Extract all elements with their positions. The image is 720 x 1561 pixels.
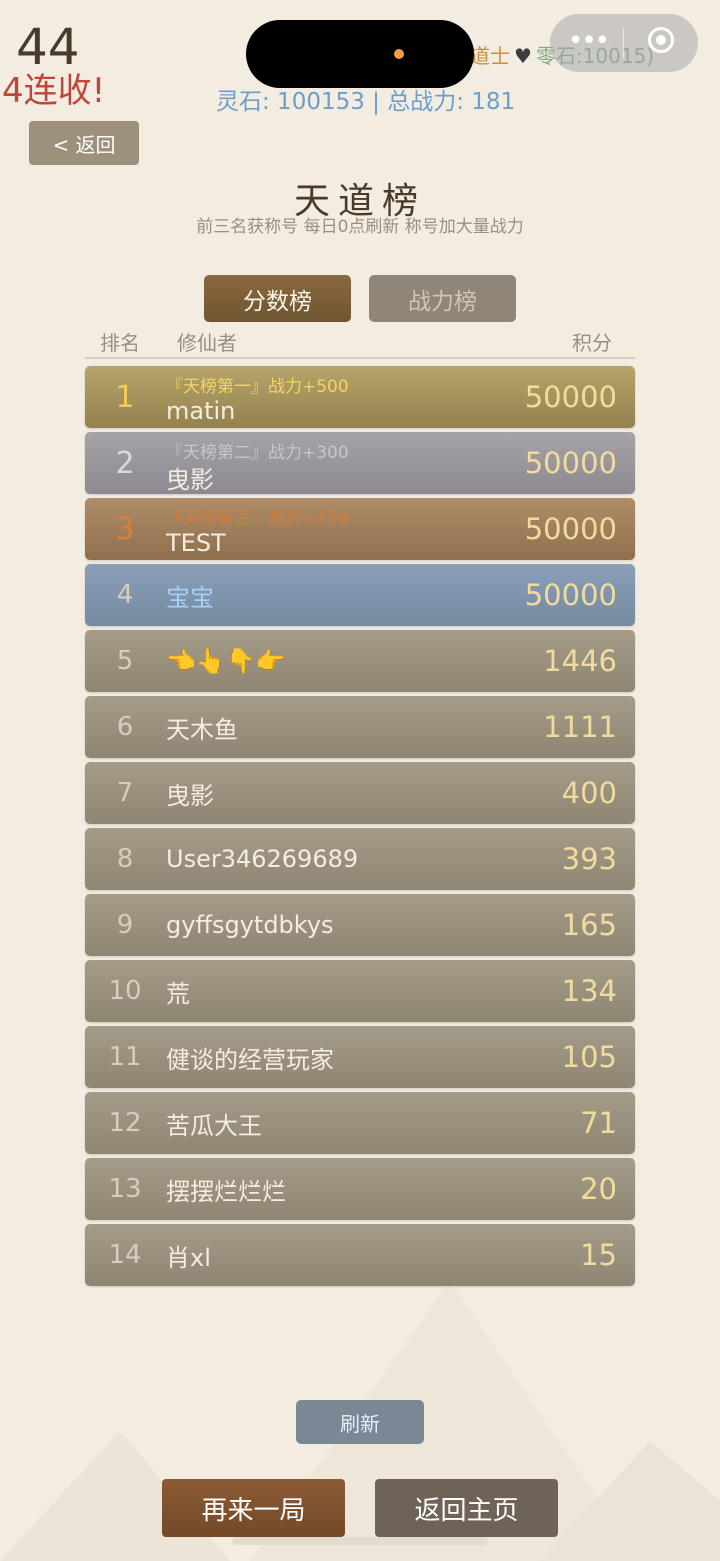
player-points: 1111 <box>543 710 617 744</box>
player-name: gyffsgytdbkys <box>166 911 334 939</box>
page-subtitle: 前三名获称号 每日0点刷新 称号加大量战力 <box>196 217 524 237</box>
column-player: 修仙者 <box>177 331 237 355</box>
player-name: 肖xl <box>166 1243 211 1272</box>
player-points: 71 <box>580 1106 617 1140</box>
player-points: 50000 <box>524 578 617 612</box>
rank-number: 4 <box>116 580 134 610</box>
player-name: 健谈的经营玩家 <box>166 1045 334 1074</box>
leaderboard-row-current-player[interactable]: 4 宝宝 50000 <box>85 564 635 626</box>
rank-number: 8 <box>116 844 134 874</box>
player-name: 曳影 <box>166 781 214 810</box>
rank-number: 1 <box>115 379 135 415</box>
rank-number: 2 <box>115 445 135 481</box>
player-name: TEST <box>166 529 226 557</box>
camera-indicator <box>394 49 404 59</box>
leaderboard-row[interactable]: 6 天木鱼 1111 <box>85 696 635 758</box>
rank-number: 10 <box>108 976 142 1006</box>
heart-icon: ♥ <box>514 44 532 68</box>
player-name: 宝宝 <box>166 583 214 612</box>
player-name: 👈👆👇👉 <box>166 647 286 675</box>
player-name: User346269689 <box>166 845 359 873</box>
rank-number: 3 <box>115 511 135 547</box>
header-divider <box>85 357 635 359</box>
player-points: 50000 <box>524 512 617 546</box>
leaderboard-row[interactable]: 3 『天榜第三』战力+150 TEST 50000 <box>85 498 635 560</box>
player-points: 400 <box>561 776 617 810</box>
home-indicator[interactable] <box>232 1537 488 1545</box>
leaderboard-row[interactable]: 12 苦瓜大王 71 <box>85 1092 635 1154</box>
close-target-icon[interactable] <box>648 27 674 53</box>
leaderboard-row[interactable]: 11 健谈的经营玩家 105 <box>85 1026 635 1088</box>
leaderboard-list: 1 『天榜第一』战力+500 matin 50000 2 『天榜第二』战力+30… <box>85 366 635 1290</box>
player-points: 1446 <box>543 644 617 678</box>
more-dots-icon[interactable]: ••• <box>568 28 610 54</box>
leaderboard-row[interactable]: 14 肖xl 15 <box>85 1224 635 1286</box>
player-name: 曳影 <box>166 465 214 494</box>
leaderboard-row[interactable]: 2 『天榜第二』战力+300 曳影 50000 <box>85 432 635 494</box>
player-name: 荒 <box>166 979 190 1008</box>
player-name: 摆摆烂烂烂 <box>166 1177 286 1206</box>
rank-number: 13 <box>108 1174 142 1204</box>
leaderboard-row[interactable]: 1 『天榜第一』战力+500 matin 50000 <box>85 366 635 428</box>
rank-number: 9 <box>116 910 134 940</box>
leaderboard-row[interactable]: 5 👈👆👇👉 1446 <box>85 630 635 692</box>
rank-number: 7 <box>116 778 134 808</box>
rank-number: 14 <box>108 1240 142 1270</box>
score-counter: 44 <box>16 18 80 76</box>
rank-number: 5 <box>116 646 134 676</box>
player-name: matin <box>166 397 236 425</box>
player-points: 50000 <box>524 446 617 480</box>
back-button[interactable]: < 返回 <box>29 121 139 165</box>
tab-score-ranking[interactable]: 分数榜 <box>204 275 351 322</box>
rank-number: 12 <box>108 1108 142 1138</box>
camera-notch <box>246 20 474 88</box>
column-points: 积分 <box>572 331 612 355</box>
rank-number: 6 <box>116 712 134 742</box>
player-points: 20 <box>580 1172 617 1206</box>
player-points: 393 <box>561 842 617 876</box>
capsule-divider <box>623 28 624 58</box>
leaderboard-row[interactable]: 13 摆摆烂烂烂 20 <box>85 1158 635 1220</box>
player-title: 道士 <box>470 44 510 68</box>
return-home-button[interactable]: 返回主页 <box>375 1479 558 1537</box>
refresh-button[interactable]: 刷新 <box>296 1400 424 1444</box>
column-rank: 排名 <box>100 331 140 355</box>
play-again-button[interactable]: 再来一局 <box>162 1479 345 1537</box>
player-points: 134 <box>561 974 617 1008</box>
streak-label: 4连收! <box>2 71 106 111</box>
tab-power-ranking[interactable]: 战力榜 <box>369 275 516 322</box>
miniprogram-capsule: ••• <box>550 14 698 72</box>
player-points: 105 <box>561 1040 617 1074</box>
leaderboard-row[interactable]: 7 曳影 400 <box>85 762 635 824</box>
rank-number: 11 <box>108 1042 142 1072</box>
player-name: 苦瓜大王 <box>166 1111 262 1140</box>
leaderboard-row[interactable]: 10 荒 134 <box>85 960 635 1022</box>
player-points: 50000 <box>524 380 617 414</box>
player-points: 165 <box>561 908 617 942</box>
player-points: 15 <box>580 1238 617 1272</box>
leaderboard-row[interactable]: 9 gyffsgytdbkys 165 <box>85 894 635 956</box>
player-name: 天木鱼 <box>166 715 238 744</box>
leaderboard-row[interactable]: 8 User346269689 393 <box>85 828 635 890</box>
